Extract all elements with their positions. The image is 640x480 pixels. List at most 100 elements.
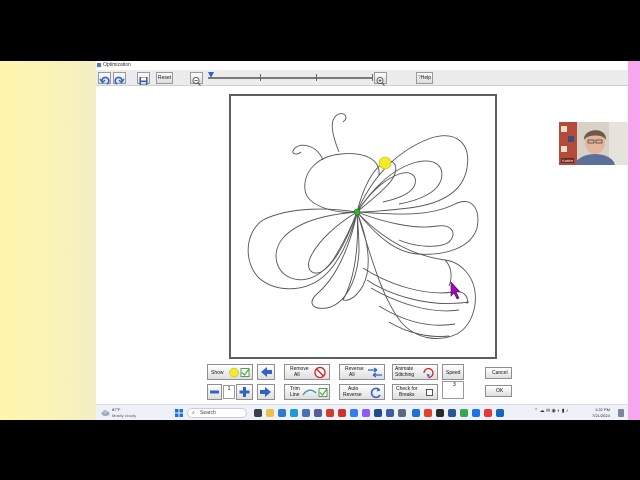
ok-label: OK <box>496 388 504 394</box>
app-icon-blue[interactable] <box>472 409 480 417</box>
tail-tip <box>444 259 452 287</box>
zoom-out-button[interactable] <box>190 72 203 86</box>
speed-label: Speed <box>446 370 461 376</box>
taskbar-search-box[interactable]: ⌕ Search <box>187 408 247 418</box>
remove-all-button[interactable]: Remove All <box>284 364 330 380</box>
clock-date: 7/21/2024 <box>592 413 610 418</box>
reverse-arrows-icon <box>368 367 382 378</box>
antenna-right <box>331 113 347 153</box>
left-background-pane <box>0 61 96 420</box>
window-title: Optimization <box>103 62 131 68</box>
decrement-button[interactable] <box>207 384 222 400</box>
slider-tick <box>372 74 373 81</box>
show-button[interactable]: Show <box>207 364 253 380</box>
cancel-button[interactable]: Cancel <box>485 367 512 379</box>
auto-reverse-icon <box>370 387 381 399</box>
quilting-design-drawing <box>247 113 479 339</box>
redo-icon <box>114 76 125 85</box>
title-bar: Optimization <box>96 61 628 70</box>
auto-reverse-button[interactable]: Auto Reverse <box>339 384 385 400</box>
trim-line-button[interactable]: Trim Line <box>284 384 330 400</box>
show-markers-icon <box>229 367 250 378</box>
animate-line2: Stitching <box>395 372 415 378</box>
photos-icon[interactable] <box>386 409 394 417</box>
system-tray-icons[interactable]: ⌃ ☁ ✉ ◉ ◐ ▮ ♪ <box>534 408 568 414</box>
right-wing-lower <box>356 201 479 255</box>
weather-description: Mostly cloudy <box>112 413 137 418</box>
windows-app-icon[interactable] <box>412 409 420 417</box>
word-icon[interactable] <box>448 409 456 417</box>
slider-tick <box>316 74 317 81</box>
cancel-label: Cancel <box>492 370 508 376</box>
windows-start-icon[interactable] <box>175 409 183 417</box>
ok-button[interactable]: OK <box>485 385 512 397</box>
zoom-in-button[interactable] <box>374 72 387 86</box>
speed-button[interactable]: Speed <box>442 364 464 380</box>
store-icon[interactable] <box>302 409 310 417</box>
increment-button[interactable] <box>236 384 253 400</box>
auto-reverse-line2: Reverse <box>343 392 362 398</box>
show-label: Show <box>211 370 224 376</box>
app-icon-purple[interactable] <box>362 409 370 417</box>
minus-icon <box>210 390 219 394</box>
app-icon-red2[interactable] <box>484 409 492 417</box>
trim-icon <box>302 388 328 397</box>
check-for-breaks-checkbox[interactable] <box>426 389 433 396</box>
redo-button[interactable] <box>113 72 126 85</box>
webcam-overlay: Kathie <box>559 122 628 165</box>
screen-recording: Optimization Reset ?Help Show Remove All… <box>0 0 640 480</box>
clock-time: 1:22 PM <box>595 407 610 412</box>
abdomen-stripe4 <box>388 321 450 337</box>
next-stitch-button[interactable] <box>257 384 275 400</box>
app-icon-dark[interactable] <box>436 409 444 417</box>
arrow-left-icon <box>261 367 272 377</box>
plus-icon <box>239 387 250 397</box>
chrome-icon[interactable] <box>350 409 358 417</box>
toolbar: Reset ?Help <box>96 70 628 86</box>
head-outline <box>304 153 380 213</box>
save-button[interactable] <box>137 72 150 85</box>
previous-stitch-button[interactable] <box>257 364 275 380</box>
app-icon <box>97 63 101 67</box>
zoom-slider[interactable] <box>208 72 373 81</box>
notification-icon[interactable] <box>618 409 624 417</box>
breaks-count-field[interactable]: 3 <box>442 381 464 399</box>
help-button[interactable]: ?Help <box>416 72 433 84</box>
end-point-marker[interactable] <box>353 208 361 216</box>
zoom-app-icon[interactable] <box>496 409 504 417</box>
stitch-step-value: 1 <box>227 386 231 392</box>
save-icon <box>139 77 148 85</box>
animate-stitching-button[interactable]: Animate Stitching <box>392 364 438 380</box>
app-icon-gray[interactable] <box>398 409 406 417</box>
teams-icon[interactable] <box>314 409 322 417</box>
quilting-app-icon[interactable] <box>374 409 382 417</box>
undo-button[interactable] <box>98 72 111 85</box>
stitch-design-canvas[interactable] <box>229 94 497 359</box>
netflix-icon[interactable] <box>424 409 432 417</box>
stitch-controls-panel: Show Remove All Reverse All Animate Stit… <box>96 359 628 404</box>
edge-browser-icon[interactable] <box>290 409 298 417</box>
arrow-right-icon <box>260 387 271 397</box>
mouse-cursor-icon <box>450 281 461 300</box>
reverse-all-button[interactable]: Reverse All <box>339 364 385 380</box>
taskview-icon[interactable] <box>254 409 262 417</box>
office-icon[interactable] <box>338 409 346 417</box>
mail-icon[interactable] <box>278 409 286 417</box>
right-wing-lower-inner <box>356 211 454 247</box>
reset-label: Reset <box>157 75 172 81</box>
remove-all-line2: All <box>294 372 300 378</box>
file-explorer-icon[interactable] <box>266 409 274 417</box>
start-point-marker[interactable] <box>378 156 392 170</box>
reverse-all-line2: All <box>349 372 355 378</box>
stitch-step-field[interactable]: 1 <box>223 385 235 399</box>
reset-button[interactable]: Reset <box>156 72 173 84</box>
app-icon-red[interactable] <box>326 409 334 417</box>
zoom-slider-thumb[interactable] <box>208 72 214 78</box>
optimization-window: Optimization Reset ?Help Show Remove All… <box>96 61 628 404</box>
zoom-out-icon <box>192 77 201 86</box>
weather-temperature: 87°F <box>112 407 121 412</box>
check-for-breaks-button[interactable]: Check for Breaks <box>392 384 438 400</box>
search-icon: ⌕ <box>192 410 195 416</box>
right-background-pane <box>628 61 640 420</box>
maps-icon[interactable] <box>460 409 468 417</box>
